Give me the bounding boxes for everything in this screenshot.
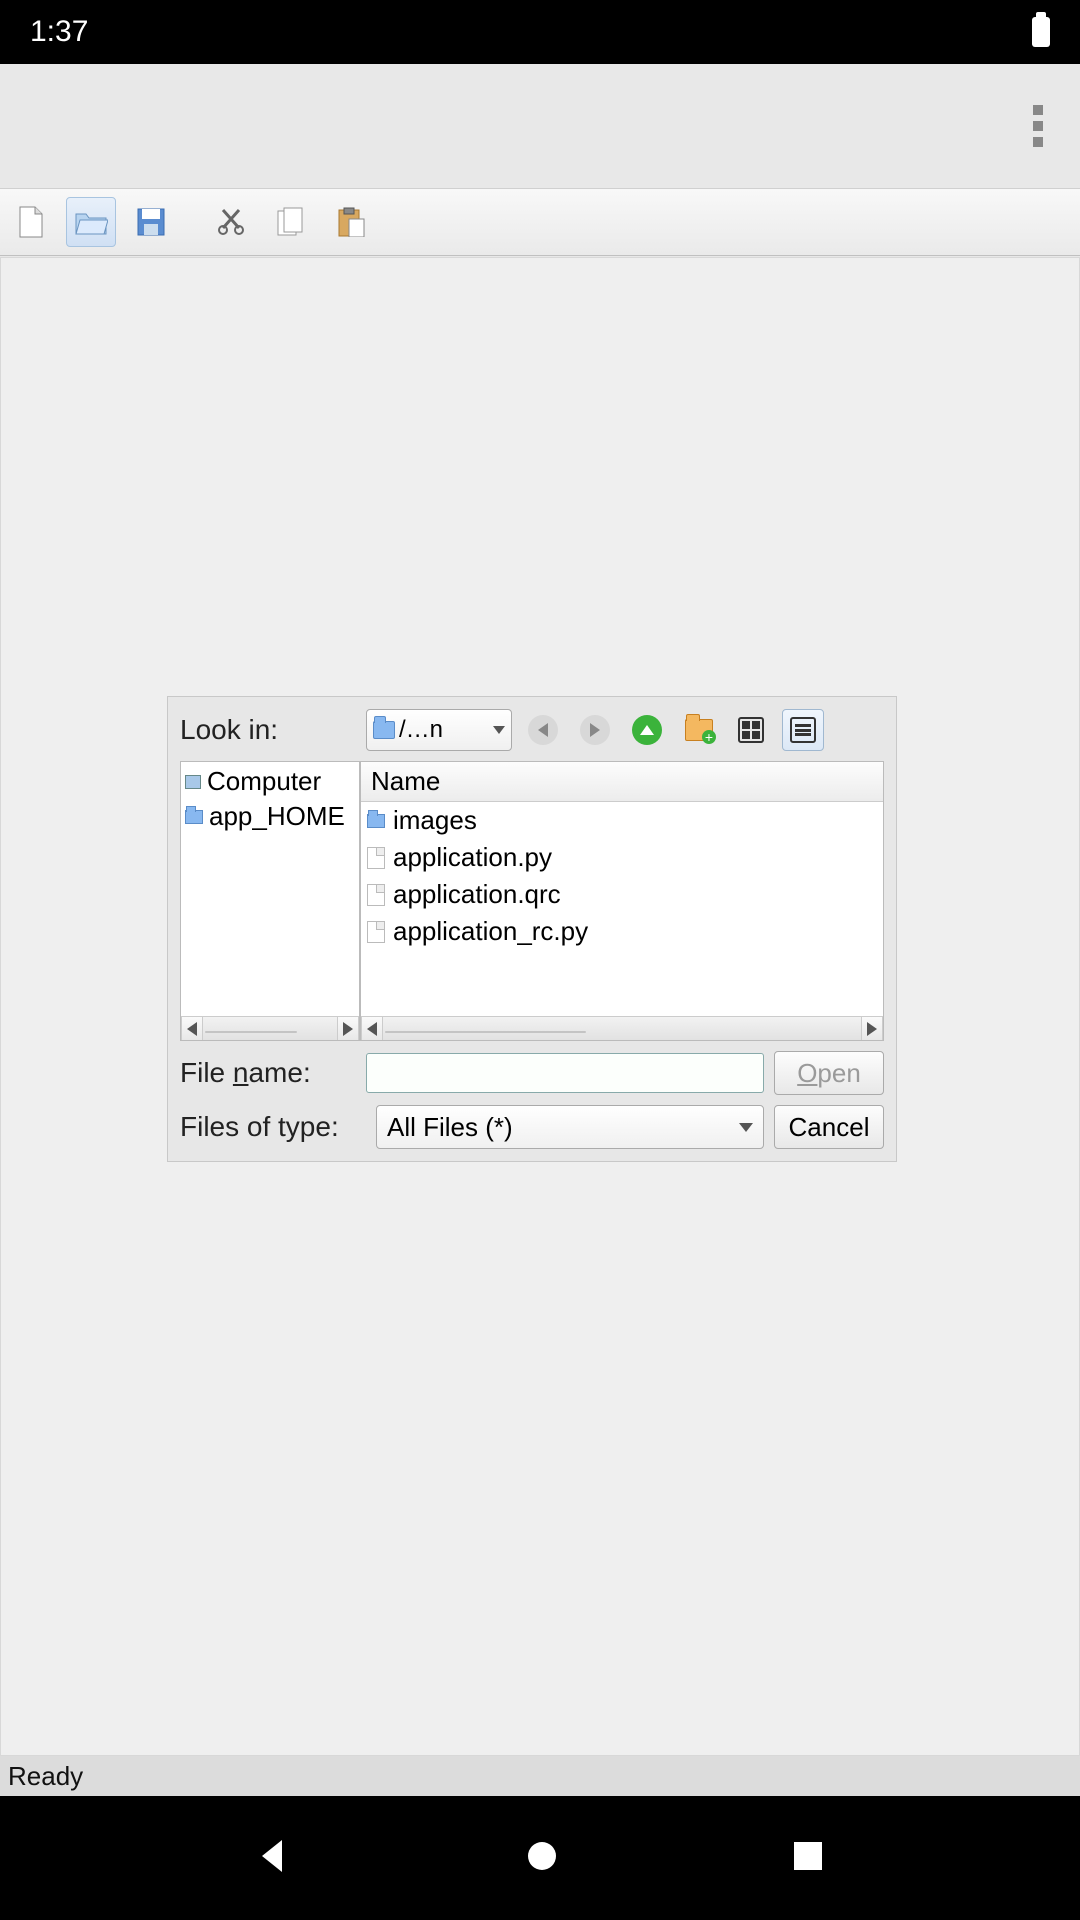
cut-button[interactable] (206, 197, 256, 247)
file-item-label: application.py (393, 842, 552, 873)
files-of-type-label: Files of type: (180, 1111, 366, 1143)
main-toolbar (0, 188, 1080, 256)
copy-button[interactable] (266, 197, 316, 247)
parent-dir-button[interactable] (626, 709, 668, 751)
paste-button[interactable] (326, 197, 376, 247)
file-item[interactable]: application.py (361, 839, 883, 876)
look-in-row: Look in: /…n (180, 709, 884, 751)
icon-view-button[interactable] (730, 709, 772, 751)
folder-icon (373, 721, 395, 739)
shortcut-label: app_HOME (209, 801, 345, 832)
file-open-dialog: Look in: /…n (167, 696, 897, 1162)
file-icon (367, 847, 385, 869)
column-header-name[interactable]: Name (361, 762, 883, 802)
open-file-button[interactable] (66, 197, 116, 247)
files-of-type-value: All Files (*) (387, 1112, 513, 1143)
file-item[interactable]: application.qrc (361, 876, 883, 913)
look-in-label: Look in: (180, 714, 356, 746)
status-bar: Ready (0, 1756, 1080, 1796)
file-name-input[interactable] (366, 1053, 764, 1093)
nav-home-button[interactable] (522, 1836, 562, 1881)
save-button[interactable] (126, 197, 176, 247)
shortcut-hscrollbar[interactable] (181, 1016, 359, 1040)
new-file-button[interactable] (6, 197, 56, 247)
chevron-down-icon (493, 726, 505, 734)
app-header (0, 64, 1080, 188)
list-view-button[interactable] (782, 709, 824, 751)
nav-recent-button[interactable] (790, 1838, 826, 1879)
android-nav-bar (0, 1796, 1080, 1920)
forward-button[interactable] (574, 709, 616, 751)
chevron-down-icon (739, 1123, 753, 1132)
nav-back-button[interactable] (254, 1836, 294, 1881)
shortcut-label: Computer (207, 766, 321, 797)
back-button[interactable] (522, 709, 564, 751)
cancel-button[interactable]: Cancel (774, 1105, 884, 1149)
open-button[interactable]: Open (774, 1051, 884, 1095)
file-name-row: File name: Open (180, 1051, 884, 1095)
overflow-menu-icon[interactable] (1026, 105, 1050, 147)
status-time: 1:37 (30, 15, 88, 49)
shortcut-item-computer[interactable]: Computer (181, 764, 359, 799)
file-list-pane: Name images application.py applicatio (360, 761, 884, 1041)
look-in-value: /…n (399, 716, 489, 744)
dialog-panes: Computer app_HOME Name (180, 761, 884, 1041)
look-in-combo[interactable]: /…n (366, 709, 512, 751)
folder-icon (185, 810, 203, 824)
files-of-type-row: Files of type: All Files (*) Cancel (180, 1105, 884, 1149)
file-icon (367, 884, 385, 906)
file-item-label: images (393, 805, 477, 836)
folder-icon (367, 814, 385, 828)
file-item-folder[interactable]: images (361, 802, 883, 839)
shortcut-pane: Computer app_HOME (180, 761, 360, 1041)
shortcut-item-home[interactable]: app_HOME (181, 799, 359, 834)
app-window: Look in: /…n (0, 64, 1080, 1796)
battery-icon (1032, 17, 1050, 47)
file-name-label: File name: (180, 1057, 356, 1089)
file-item-label: application_rc.py (393, 916, 588, 947)
android-status-bar: 1:37 (0, 0, 1080, 64)
filelist-hscrollbar[interactable] (361, 1016, 883, 1040)
new-folder-button[interactable] (678, 709, 720, 751)
status-text: Ready (8, 1761, 83, 1792)
file-icon (367, 921, 385, 943)
files-of-type-combo[interactable]: All Files (*) (376, 1105, 764, 1149)
file-item[interactable]: application_rc.py (361, 913, 883, 950)
editor-area: Look in: /…n (0, 257, 1080, 1756)
computer-icon (185, 775, 201, 789)
file-item-label: application.qrc (393, 879, 561, 910)
